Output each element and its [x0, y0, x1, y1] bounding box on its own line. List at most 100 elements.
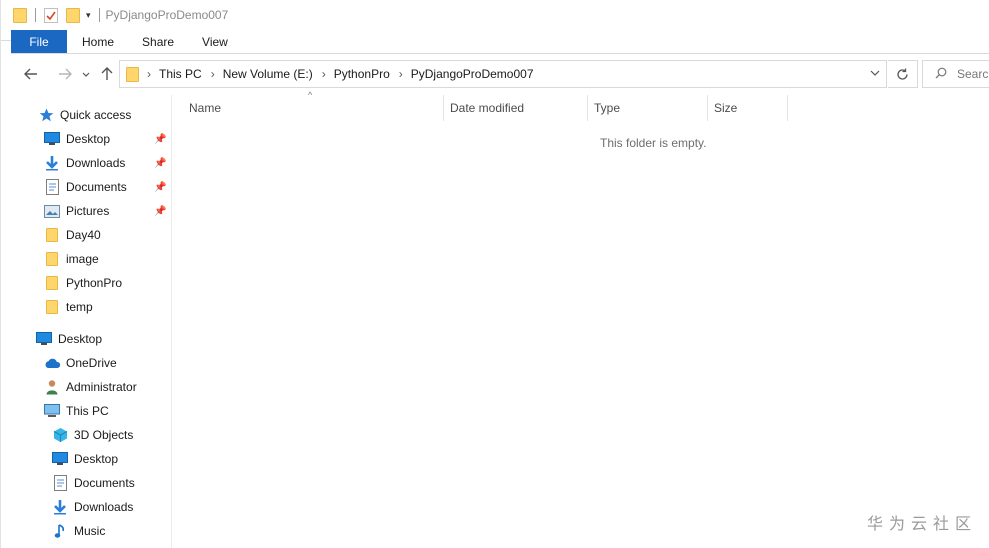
music-icon [51, 523, 69, 539]
nav-item-pythonpro[interactable]: PythonPro [43, 271, 122, 295]
nav-item-label: Documents [66, 180, 127, 194]
desktop-icon [35, 331, 53, 347]
column-divider[interactable] [587, 95, 588, 121]
address-dropdown-button[interactable] [870, 67, 880, 79]
sort-indicator-icon: ^ [308, 90, 313, 100]
nav-item-label: Desktop [66, 132, 111, 146]
tab-share[interactable]: Share [128, 30, 188, 53]
nav-item-desktop[interactable]: Desktop [43, 127, 110, 151]
new-folder-icon[interactable] [66, 7, 80, 23]
nav-item-pictures[interactable]: Pictures [43, 199, 109, 223]
desktop-icon [43, 131, 61, 147]
watermark: 华为云社区 [866, 514, 977, 533]
user-icon [43, 379, 61, 395]
nav-item-label: Day40 [66, 228, 101, 242]
nav-item-label: Pictures [66, 204, 110, 218]
folder-icon [43, 227, 61, 243]
nav-item-pc-desktop[interactable]: Desktop [51, 447, 118, 471]
quick-access-toolbar: ▾ [11, 7, 100, 23]
folder-icon [43, 275, 61, 291]
breadcrumb-pythonpro[interactable]: PythonPro [334, 67, 390, 81]
chevron-right-icon[interactable]: › [399, 67, 403, 81]
refresh-button[interactable] [888, 60, 918, 88]
recent-locations-button[interactable] [78, 61, 94, 87]
breadcrumb-current-folder[interactable]: PyDjangoProDemo007 [411, 67, 534, 81]
search-icon [935, 67, 947, 82]
back-button[interactable] [18, 61, 44, 87]
nav-item-pc-downloads[interactable]: Downloads [51, 495, 133, 519]
customize-toolbar-icon[interactable]: ▾ [86, 10, 91, 21]
tab-file[interactable]: File [11, 30, 67, 53]
nav-item-this-pc[interactable]: This PC [43, 399, 109, 423]
nav-item-onedrive[interactable]: OneDrive [43, 351, 117, 375]
ribbon-tabs: File Home Share View [11, 30, 989, 54]
download-icon [43, 155, 61, 171]
nav-item-label: PythonPro [66, 276, 123, 290]
column-header-size[interactable]: Size [714, 95, 737, 121]
document-icon [43, 179, 61, 195]
breadcrumb-this-pc[interactable]: This PC [159, 67, 202, 81]
folder-icon [43, 251, 61, 267]
empty-folder-message: This folder is empty. [600, 136, 707, 150]
nav-item-music[interactable]: Music [51, 519, 105, 543]
nav-item-label: Quick access [60, 108, 132, 122]
address-bar[interactable]: › This PC › New Volume (E:) › PythonPro … [119, 60, 887, 88]
explorer-window: ▾ PyDjangoProDemo007 File Home Share Vie… [0, 0, 989, 548]
column-divider[interactable] [787, 95, 788, 121]
tab-home[interactable]: Home [67, 30, 128, 53]
chevron-down-icon [82, 72, 90, 77]
toolbar-separator [35, 8, 36, 22]
nav-item-label: Desktop [74, 452, 119, 466]
toolbar-separator [98, 8, 100, 22]
title-bar: ▾ PyDjangoProDemo007 [11, 0, 989, 30]
nav-item-label: Downloads [74, 500, 134, 514]
nav-item-temp[interactable]: temp [43, 295, 93, 319]
chevron-right-icon[interactable]: › [211, 67, 215, 81]
folder-icon[interactable] [13, 7, 27, 23]
pin-icon[interactable]: 📌 [154, 182, 166, 193]
properties-icon[interactable] [44, 7, 58, 23]
back-arrow-icon [24, 68, 37, 80]
nav-item-downloads[interactable]: Downloads [43, 151, 125, 175]
nav-item-desktop-root[interactable]: Desktop [35, 327, 102, 351]
nav-item-label: Music [74, 524, 106, 538]
nav-item-documents[interactable]: Documents [43, 175, 127, 199]
tab-view[interactable]: View [188, 30, 242, 53]
pin-icon[interactable]: 📌 [154, 158, 166, 169]
search-box[interactable]: Search [922, 60, 989, 88]
chevron-right-icon[interactable]: › [147, 67, 151, 81]
nav-item-label: This PC [66, 404, 109, 418]
star-icon [37, 107, 55, 123]
nav-item-label: Desktop [58, 332, 103, 346]
pin-icon[interactable]: 📌 [154, 206, 166, 217]
nav-item-pc-documents[interactable]: Documents [51, 471, 135, 495]
pin-icon[interactable]: 📌 [154, 134, 166, 145]
nav-item-administrator[interactable]: Administrator [43, 375, 137, 399]
forward-arrow-icon [59, 68, 72, 80]
nav-item-label: Downloads [66, 156, 126, 170]
download-icon [51, 499, 69, 515]
nav-item-label: temp [66, 300, 93, 314]
column-header-date-modified[interactable]: Date modified [450, 95, 524, 121]
up-button[interactable] [94, 61, 120, 87]
folder-icon [126, 66, 139, 82]
column-divider[interactable] [707, 95, 708, 121]
forward-button[interactable] [52, 61, 78, 87]
up-arrow-icon [101, 67, 113, 80]
chevron-right-icon[interactable]: › [322, 67, 326, 81]
search-placeholder: Search [957, 67, 989, 81]
nav-quick-access[interactable]: Quick access [37, 103, 131, 127]
window-title: PyDjangoProDemo007 [105, 8, 229, 22]
cloud-icon [43, 355, 61, 371]
refresh-icon [897, 68, 908, 80]
nav-item-label: Administrator [66, 380, 137, 394]
column-header-type[interactable]: Type [594, 95, 620, 121]
nav-item-image[interactable]: image [43, 247, 99, 271]
column-divider[interactable] [443, 95, 444, 121]
nav-item-label: image [66, 252, 99, 266]
nav-item-day40[interactable]: Day40 [43, 223, 101, 247]
breadcrumb-new-volume[interactable]: New Volume (E:) [223, 67, 313, 81]
nav-item-3d-objects[interactable]: 3D Objects [51, 423, 133, 447]
column-header-name[interactable]: Name [189, 95, 221, 121]
desktop-icon [51, 451, 69, 467]
